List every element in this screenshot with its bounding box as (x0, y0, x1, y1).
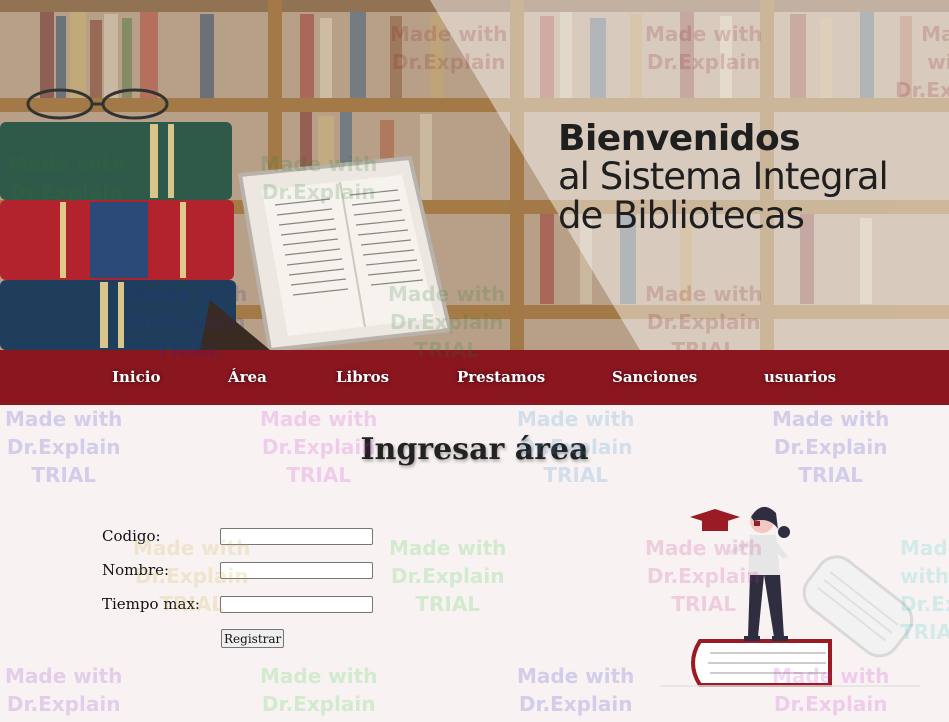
tiempo-max-field[interactable] (220, 596, 373, 613)
codigo-field[interactable] (220, 528, 373, 545)
trial-watermark: Made withDr.Explain (5, 664, 123, 716)
page-title: Ingresar área (360, 432, 589, 467)
graduation-cap-icon (690, 509, 740, 531)
trial-watermark: Made withDr.Explain (260, 664, 378, 716)
nav-item-libros[interactable]: Libros (336, 350, 389, 405)
main-nav: Inicio Área Libros Prestamos Sanciones u… (0, 350, 949, 405)
codigo-label: Codigo: (102, 527, 161, 545)
nombre-field[interactable] (220, 562, 373, 579)
nav-item-area[interactable]: Área (228, 350, 267, 405)
banner-title: Bienvenidos al Sistema Integral de Bibli… (558, 118, 889, 237)
student-books-illustration (660, 506, 920, 687)
nombre-label: Nombre: (102, 561, 170, 579)
banner-title-line2: al Sistema Integral (558, 154, 889, 198)
registrar-button[interactable]: Registrar (221, 629, 285, 648)
nav-item-inicio[interactable]: Inicio (112, 350, 160, 405)
nav-item-usuarios[interactable]: usuarios (764, 350, 836, 405)
trial-watermark: Made withDr.ExplainTRIAL (389, 536, 507, 616)
nav-item-prestamos[interactable]: Prestamos (457, 350, 545, 405)
banner-title-line3: de Bibliotecas (558, 193, 805, 237)
tiempo-max-label: Tiempo max: (102, 595, 200, 613)
header-banner: Bienvenidos al Sistema Integral de Bibli… (0, 0, 949, 350)
nav-item-sanciones[interactable]: Sanciones (612, 350, 697, 405)
banner-title-line1: Bienvenidos (558, 118, 801, 159)
trial-watermark: Made withDr.Explain (517, 664, 635, 716)
